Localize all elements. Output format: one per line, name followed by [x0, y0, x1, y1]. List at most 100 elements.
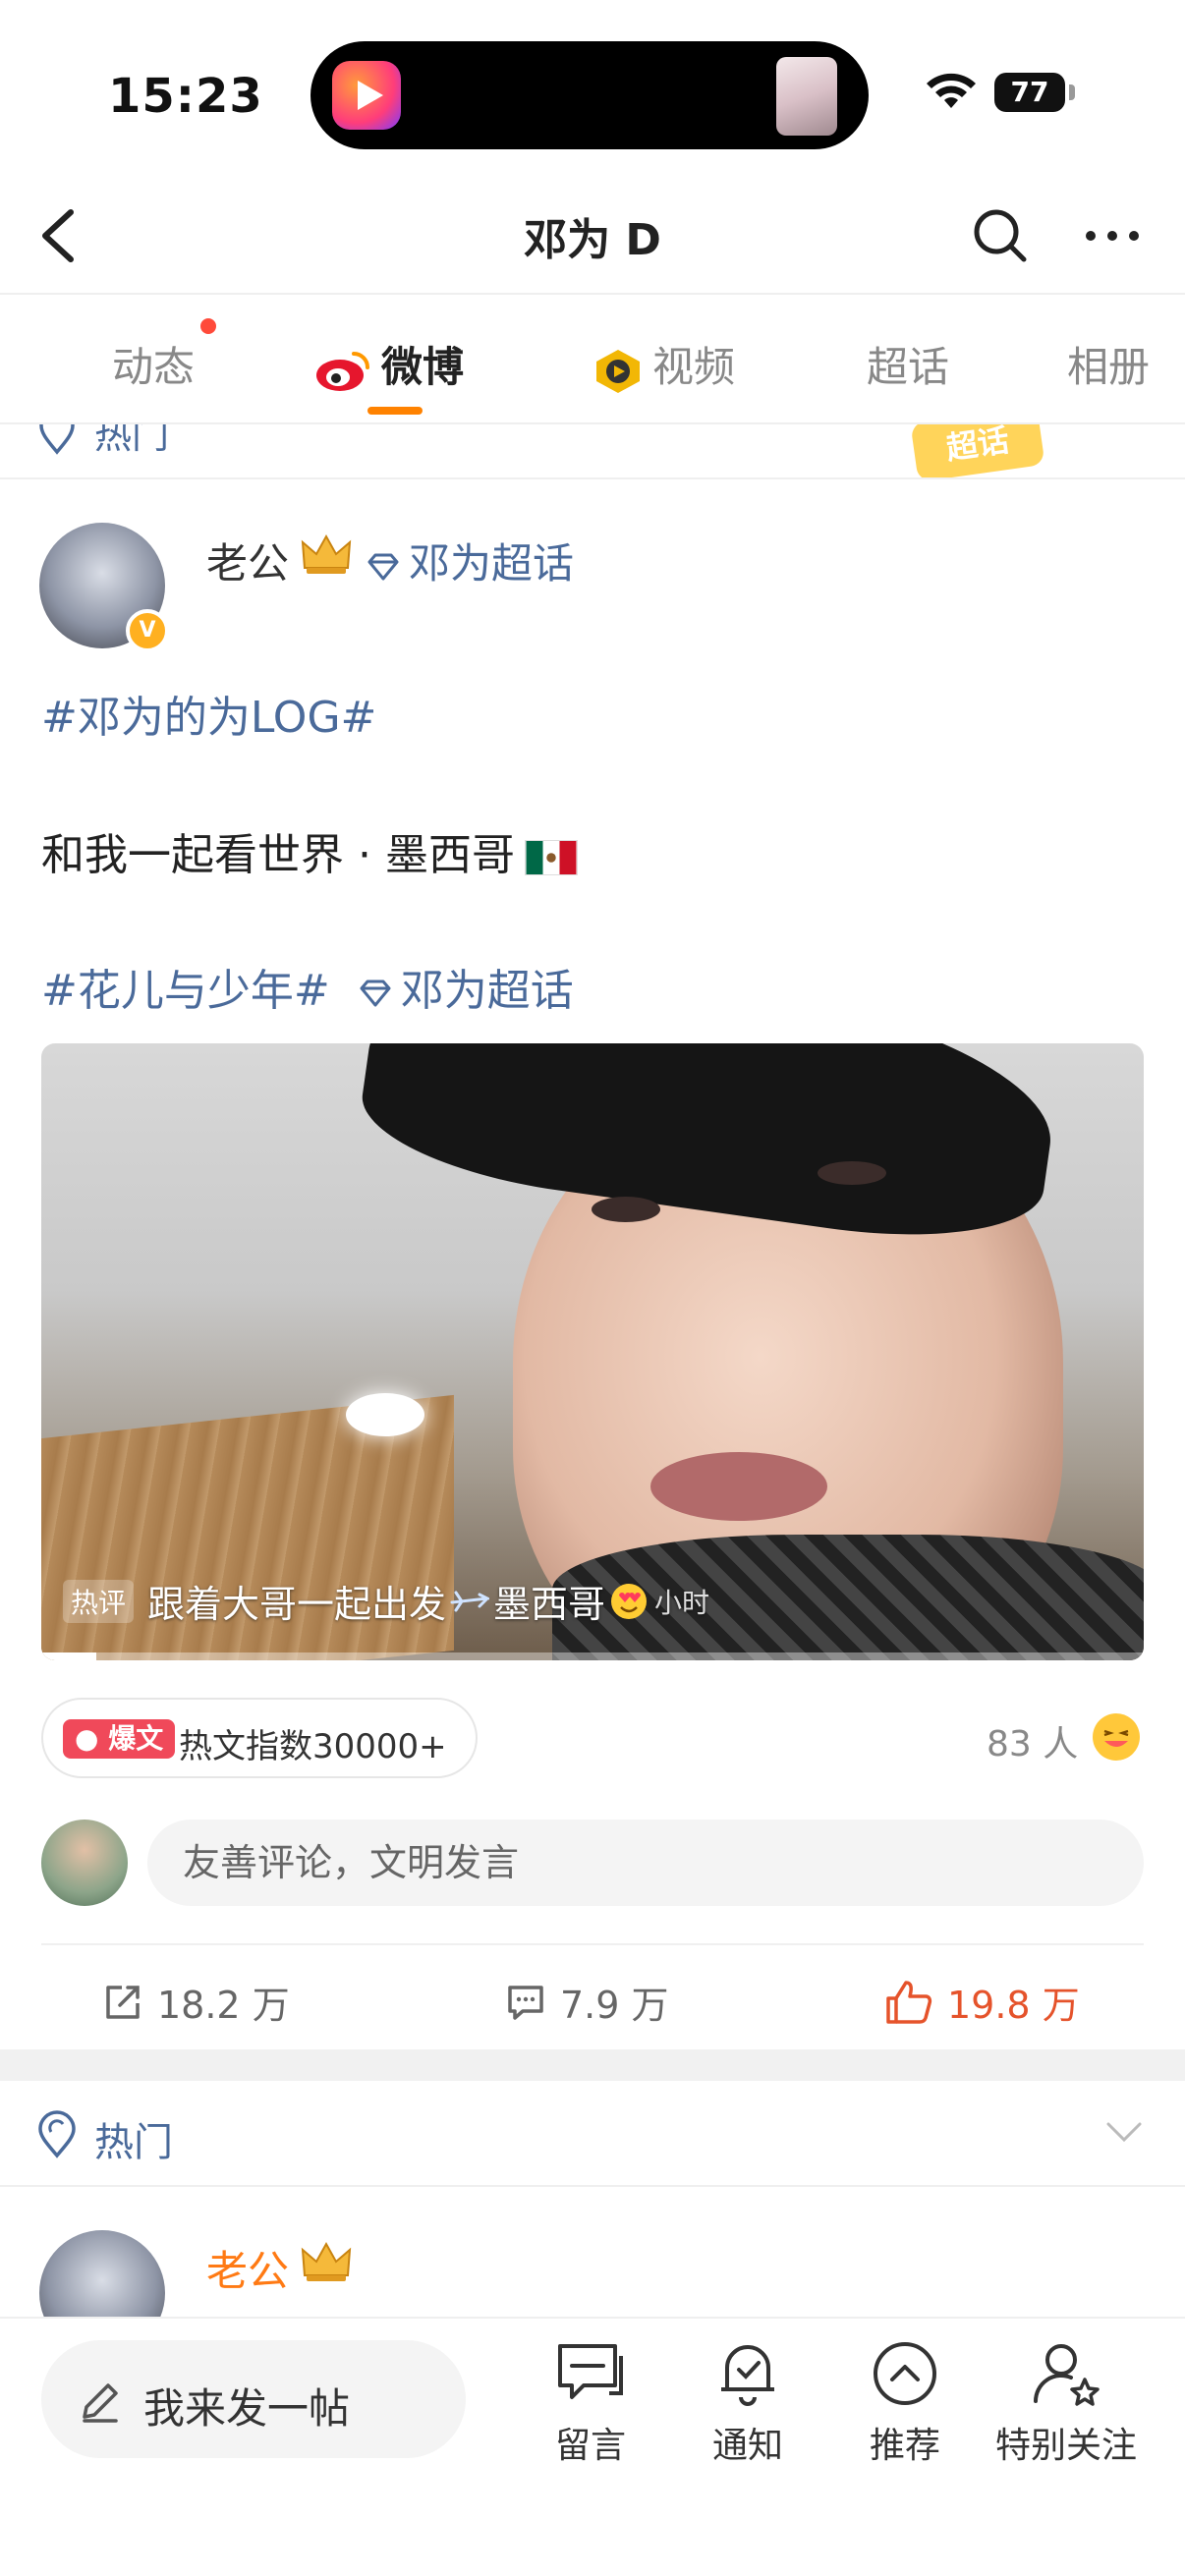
- message-board-button[interactable]: 留言: [507, 2338, 674, 2468]
- hot-comment-text: 跟着大哥一起出发: [147, 1583, 447, 1626]
- card-separator: [0, 2049, 1185, 2081]
- post-text: 和我一起看世界 · 墨西哥: [41, 819, 578, 882]
- supertopic-link[interactable]: 邓为超话: [366, 531, 574, 590]
- battery-tip: [1069, 84, 1075, 100]
- video-badge-icon: [596, 349, 640, 393]
- active-tab-indicator: [367, 407, 423, 415]
- message-icon: [558, 2344, 623, 2399]
- up-circle-icon: [874, 2342, 936, 2405]
- weibo-logo-icon: [316, 351, 369, 391]
- video-progress-fill: [41, 1652, 97, 1660]
- user-star-icon: [1034, 2344, 1100, 2406]
- video-app-icon[interactable]: [332, 61, 401, 130]
- author-name[interactable]: 老公: [206, 531, 289, 590]
- tab-label: 相册: [1067, 343, 1151, 391]
- video-player[interactable]: 热评 跟着大哥一起出发 墨西哥 小时: [41, 1043, 1144, 1660]
- bottom-bar-label: 特别关注: [994, 2426, 1137, 2466]
- previous-card-peek: 热门 超话: [0, 424, 1185, 479]
- like-count: 19.8 万: [947, 1984, 1080, 2027]
- unread-dot: [200, 318, 216, 334]
- repost-button[interactable]: 18.2 万: [102, 1975, 290, 2029]
- post-body: 和我一起看世界 · 墨西哥: [41, 830, 515, 880]
- supertopic-label: 邓为超话: [400, 966, 574, 1016]
- video-subject-mouth: [650, 1452, 827, 1521]
- hot-pin-icon: [39, 424, 75, 455]
- comment-input[interactable]: 友善评论，文明发言: [147, 1820, 1144, 1906]
- hot-comment-tag: 热评: [63, 1579, 135, 1623]
- mexico-flag-icon: [524, 840, 578, 875]
- video-subject-eye: [818, 1161, 886, 1185]
- post-tags: #花儿与少年# 邓为超话: [41, 955, 574, 1018]
- crown-icon: [301, 533, 352, 574]
- heart-eyes-emoji-icon: [611, 1583, 648, 1619]
- hot-comment-time: 小时: [654, 1586, 710, 1619]
- tab-dynamics[interactable]: 动态: [112, 334, 195, 394]
- verified-badge-icon: V: [126, 609, 169, 652]
- author-name[interactable]: 老公: [206, 2238, 289, 2298]
- hot-comment-overlay[interactable]: 热评 跟着大哥一起出发 墨西哥 小时: [63, 1574, 709, 1628]
- hot-section-header[interactable]: 热门: [0, 2081, 1185, 2187]
- hot-badge-label: 爆文: [108, 1722, 164, 1755]
- supertopic-label: 邓为超话: [409, 539, 575, 588]
- search-icon[interactable]: [967, 202, 1034, 269]
- status-bar: 15:23 77: [0, 0, 1185, 177]
- fire-icon: ●: [75, 1722, 99, 1755]
- video-ceiling-light: [346, 1393, 424, 1436]
- hashtag-link[interactable]: #邓为的为LOG#: [41, 682, 376, 745]
- bottom-bar-label: 通知: [711, 2426, 783, 2466]
- hot-pin-icon: [38, 2110, 76, 2158]
- crown-icon: [301, 2241, 352, 2281]
- comment-count: 7.9 万: [560, 1984, 669, 2027]
- bottom-bar-label: 推荐: [869, 2426, 940, 2466]
- pencil-icon: [83, 2383, 118, 2423]
- hot-article-badge: ● 爆文: [63, 1719, 176, 1759]
- thumbs-up-icon: [886, 1980, 932, 2024]
- bell-icon: [721, 2345, 774, 2406]
- tab-supertopic[interactable]: 超话: [867, 334, 949, 394]
- airplane-icon: [450, 1591, 490, 1611]
- chevron-down-icon[interactable]: [1104, 2120, 1144, 2146]
- notifications-button[interactable]: 通知: [664, 2338, 831, 2468]
- grin-emoji-icon[interactable]: [1093, 1713, 1140, 1761]
- compose-button[interactable]: 我来发一帖: [41, 2340, 466, 2458]
- hot-section-label: 热门: [94, 2120, 173, 2165]
- wifi-icon: [927, 73, 976, 108]
- viewer-count: 83 人: [987, 1724, 1079, 1764]
- hot-index-pill[interactable]: ● 爆文 热文指数30000+: [41, 1698, 478, 1778]
- profile-tabs: 动态 微博 视频 超话 相册: [0, 297, 1185, 424]
- nav-bar: 邓为 D: [0, 177, 1185, 295]
- tab-label: 视频: [652, 343, 736, 391]
- tab-album[interactable]: 相册: [1067, 334, 1150, 394]
- tab-label: 超话: [867, 343, 950, 391]
- hot-comment-text-tail: 墨西哥: [493, 1583, 606, 1626]
- compose-label: 我来发一帖: [143, 2384, 351, 2433]
- diamond-icon: [367, 553, 399, 580]
- tab-label: 微博: [381, 343, 465, 391]
- now-playing-thumbnail[interactable]: [776, 57, 837, 136]
- comment-button[interactable]: 7.9 万: [505, 1975, 669, 2029]
- like-button[interactable]: 19.8 万: [884, 1975, 1080, 2029]
- supertopic-link[interactable]: 邓为超话: [358, 966, 574, 1016]
- repost-count: 18.2 万: [157, 1984, 290, 2027]
- more-icon[interactable]: [1077, 202, 1148, 269]
- hot-index-text: 热文指数30000+: [179, 1727, 447, 1766]
- hashtag-link[interactable]: #花儿与少年#: [41, 966, 330, 1016]
- diamond-icon: [360, 980, 391, 1007]
- comment-icon: [508, 1985, 543, 2020]
- peek-label: 热门: [94, 424, 170, 457]
- status-time: 15:23: [108, 69, 263, 124]
- tab-video[interactable]: 视频: [593, 334, 735, 394]
- repost-icon: [106, 1985, 140, 2019]
- video-subject-eye: [592, 1197, 660, 1222]
- bottom-bar: 我来发一帖 留言 通知 推荐 特别关注: [0, 2317, 1185, 2576]
- my-avatar[interactable]: [41, 1820, 128, 1906]
- dynamic-island[interactable]: [310, 41, 869, 149]
- recommend-button[interactable]: 推荐: [821, 2338, 988, 2468]
- supertopic-badge: 超话: [910, 424, 1045, 477]
- battery-icon: 77: [994, 73, 1065, 112]
- tab-label: 动态: [112, 343, 196, 391]
- video-progress-bar[interactable]: [41, 1652, 1144, 1660]
- special-follow-button[interactable]: 特别关注: [983, 2338, 1150, 2468]
- post-action-bar: 18.2 万 7.9 万 19.8 万: [41, 1943, 1144, 2049]
- tab-weibo[interactable]: 微博: [314, 334, 464, 394]
